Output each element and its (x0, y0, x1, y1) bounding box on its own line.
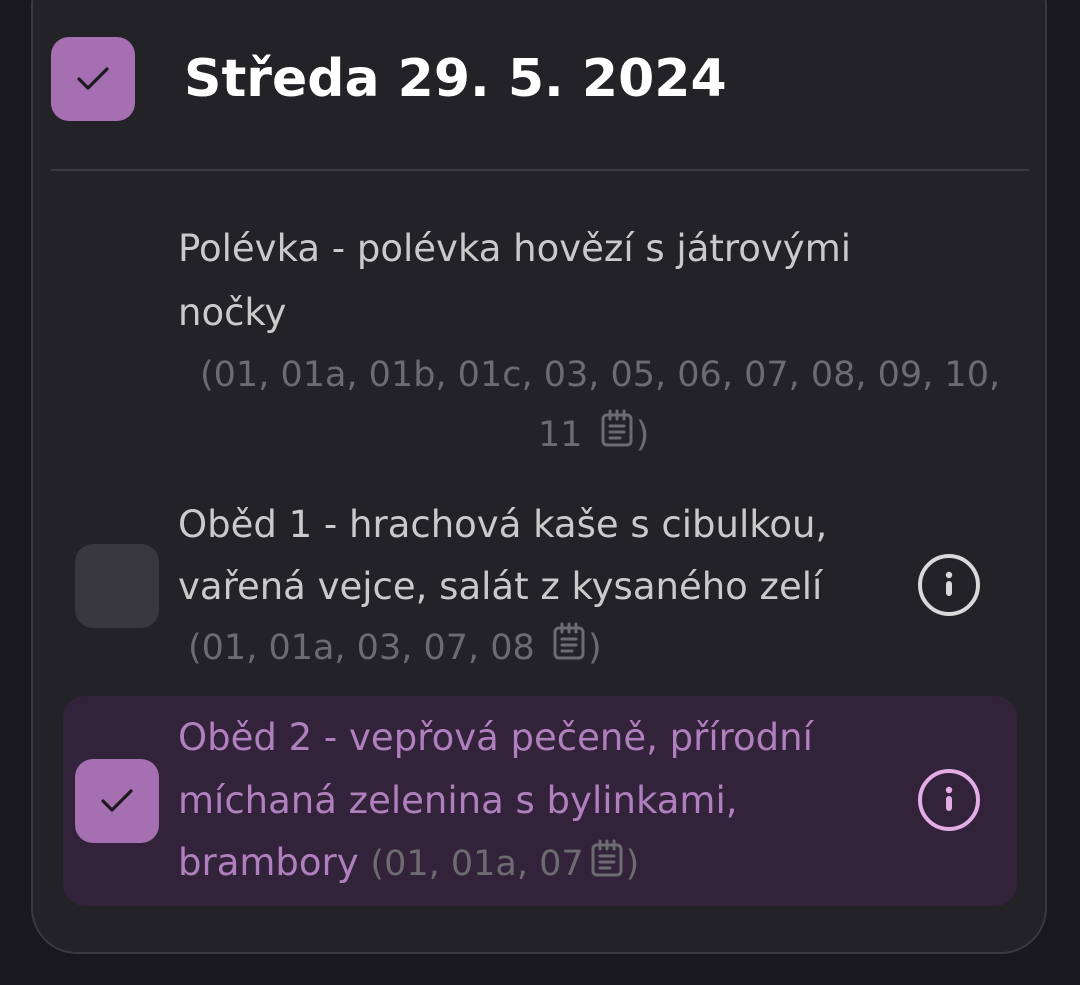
check-icon (77, 67, 109, 90)
allergens-line: 11 ) (538, 404, 649, 467)
meal-name-last-line: brambory (01, 01a, 07 ) (178, 831, 639, 896)
meal-name-line: míchaná zelenina s bylinkami, (178, 779, 738, 822)
day-checkbox[interactable] (51, 37, 135, 121)
notepad-icon[interactable] (600, 405, 634, 467)
divider (51, 169, 1029, 171)
allergens-text: 11 (538, 415, 583, 455)
meal-name-line: Polévka - polévka hovězí s játrovými (178, 227, 852, 270)
allergens-line: (01, 01a, 01b, 01c, 03, 05, 06, 07, 08, … (200, 355, 1001, 395)
allergens-close: ) (587, 628, 602, 668)
allergens-text: (01, 01a, 03, 07, 08 (188, 628, 535, 668)
allergens-close: ) (625, 844, 640, 884)
meal-checkbox[interactable] (75, 759, 159, 843)
day-title: Středa 29. 5. 2024 (184, 49, 727, 109)
info-icon[interactable] (918, 769, 980, 831)
meal-checkbox[interactable] (75, 544, 159, 628)
notepad-icon[interactable] (590, 833, 624, 896)
allergens-line: (01, 01a, 03, 07, 08 ) (188, 617, 602, 680)
notepad-icon[interactable] (552, 618, 586, 680)
meal-name-text: brambory (178, 841, 359, 884)
allergens-text: (01, 01a, 07 (370, 844, 584, 884)
meal-name-line: Oběd 1 - hrachová kaše s cibulkou, (178, 503, 828, 546)
allergens-close: ) (635, 415, 650, 455)
meal-name-line: vařená vejce, salát z kysaného zelí (178, 565, 823, 608)
meal-name-line: Oběd 2 - vepřová pečeně, přírodní (178, 716, 813, 759)
meal-name-line: nočky (178, 291, 287, 334)
info-icon[interactable] (918, 554, 980, 616)
check-icon (101, 789, 133, 812)
